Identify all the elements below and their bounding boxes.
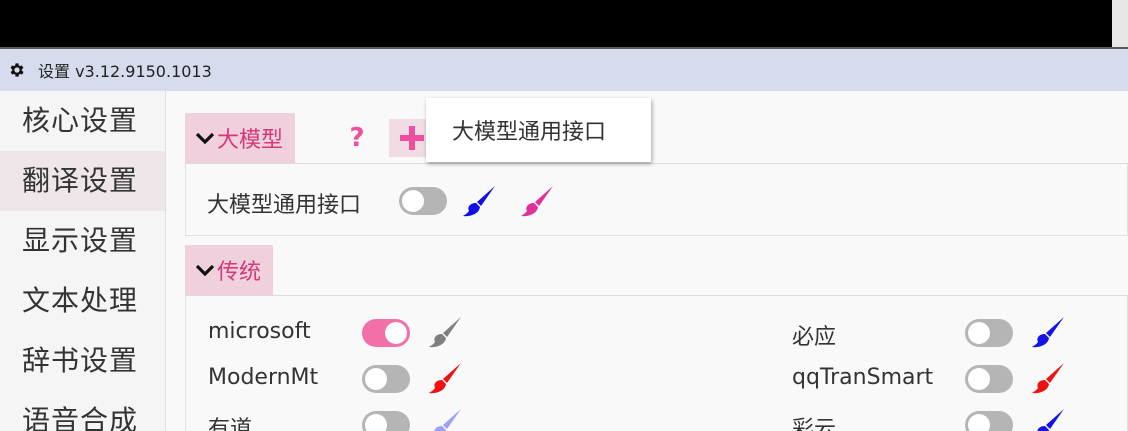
sidebar-item-display[interactable]: 显示设置 xyxy=(0,211,165,271)
sidebar: 核心设置 翻译设置 显示设置 文本处理 辞书设置 语音合成 xyxy=(0,91,166,431)
paint-brush-icon[interactable] xyxy=(520,184,554,218)
chevron-down-icon xyxy=(195,264,215,277)
paint-brush-icon[interactable] xyxy=(428,315,462,349)
engine-toggle[interactable] xyxy=(362,365,410,393)
paint-brush-icon[interactable] xyxy=(1031,407,1065,431)
engine-label: 彩云 xyxy=(792,417,837,431)
engine-toggle[interactable] xyxy=(965,365,1013,393)
paint-brush-icon[interactable] xyxy=(1031,315,1065,349)
sidebar-item-tts[interactable]: 语音合成 xyxy=(0,391,165,431)
paint-brush-icon[interactable] xyxy=(1031,361,1065,395)
paint-brush-icon[interactable] xyxy=(428,407,462,431)
sidebar-item-dictionary[interactable]: 辞书设置 xyxy=(0,331,165,391)
engine-label: qqTranSmart xyxy=(792,365,934,390)
section-header-llm[interactable]: 大模型 xyxy=(185,113,296,163)
chevron-down-icon xyxy=(195,132,215,145)
gear-icon xyxy=(10,63,24,77)
help-icon: ? xyxy=(349,123,365,153)
section-title-traditional: 传统 xyxy=(217,260,262,285)
paint-brush-icon[interactable] xyxy=(428,361,462,395)
engine-toggle[interactable] xyxy=(965,411,1013,431)
desktop-edge xyxy=(1112,0,1128,47)
engine-label: microsoft xyxy=(208,319,311,344)
section-title-llm: 大模型 xyxy=(217,128,284,153)
tooltip: 大模型通用接口 xyxy=(426,98,651,162)
engine-toggle[interactable] xyxy=(362,411,410,431)
llm-row-label: 大模型通用接口 xyxy=(207,193,362,218)
engine-toggle[interactable] xyxy=(362,319,410,347)
llm-toggle[interactable] xyxy=(399,187,447,215)
help-button[interactable]: ? xyxy=(334,119,380,157)
paint-brush-icon[interactable] xyxy=(462,184,496,218)
engine-label: 有道 xyxy=(208,417,253,431)
desktop-background xyxy=(0,0,1112,47)
plus-icon xyxy=(400,126,424,150)
engine-toggle[interactable] xyxy=(965,319,1013,347)
sidebar-item-text-processing[interactable]: 文本处理 xyxy=(0,271,165,331)
engine-label: 必应 xyxy=(792,325,837,350)
sidebar-item-core[interactable]: 核心设置 xyxy=(0,91,165,151)
window-title: 设置 v3.12.9150.1013 xyxy=(38,62,212,81)
sidebar-item-translation[interactable]: 翻译设置 xyxy=(0,151,165,211)
section-header-traditional[interactable]: 传统 xyxy=(185,245,274,295)
title-bar[interactable]: 设置 v3.12.9150.1013 xyxy=(0,47,1128,91)
engine-label: ModernMt xyxy=(208,365,319,390)
